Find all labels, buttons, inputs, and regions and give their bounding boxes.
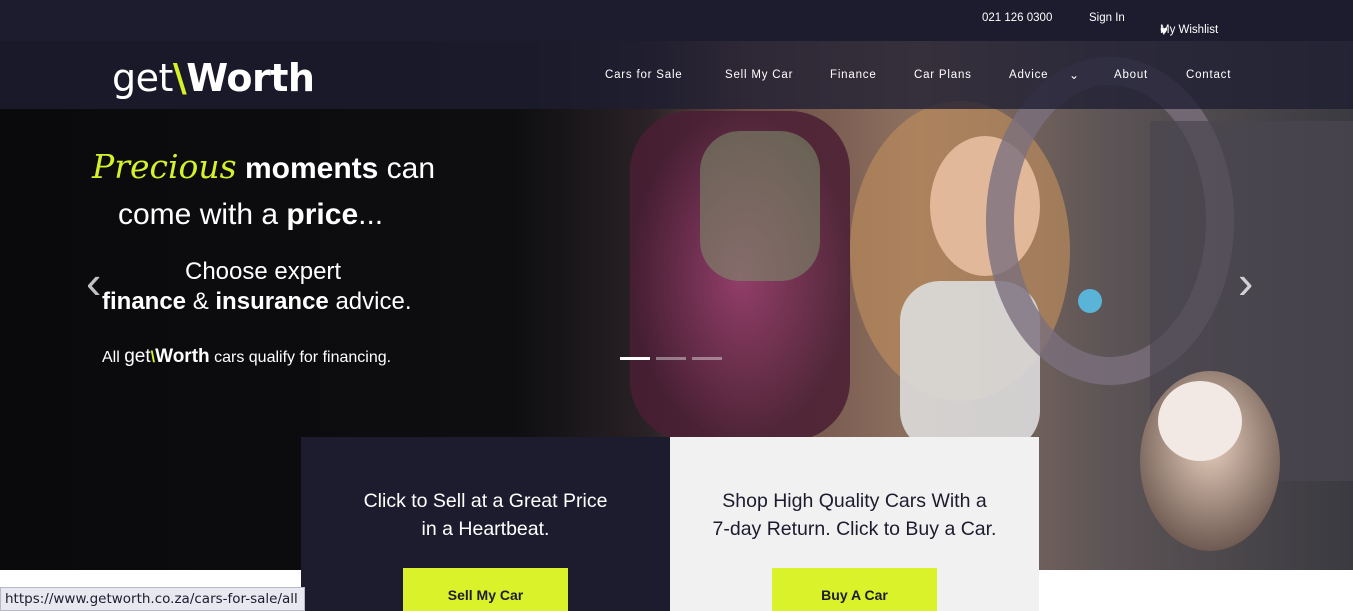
nav-finance[interactable]: Finance <box>830 69 877 81</box>
hero-subtext-line2: finance & insurance advice. <box>102 288 412 315</box>
chevron-down-icon[interactable]: ⌄ <box>1069 68 1079 82</box>
carousel-dot-3[interactable] <box>692 357 722 360</box>
nav-car-plans[interactable]: Car Plans <box>914 69 972 81</box>
buy-a-car-button[interactable]: Buy A Car <box>772 568 937 611</box>
top-utility-bar: 021 126 0300 Sign In ♥ My Wishlist <box>0 0 1353 41</box>
nav-advice[interactable]: Advice <box>1009 69 1048 81</box>
getworth-logo[interactable]: get\Worth <box>112 56 315 100</box>
nav-sell-my-car[interactable]: Sell My Car <box>725 69 793 81</box>
buy-card-text: Shop High Quality Cars With a 7-day Retu… <box>712 490 997 540</box>
phone-link[interactable]: 021 126 0300 <box>982 12 1052 24</box>
carousel-dot-1[interactable] <box>620 357 650 360</box>
nav-cars-for-sale[interactable]: Cars for Sale <box>605 69 683 81</box>
sell-card: Click to Sell at a Great Price in a Hear… <box>301 437 670 611</box>
status-url-tooltip: https://www.getworth.co.za/cars-for-sale… <box>0 587 305 611</box>
sell-my-car-button[interactable]: Sell My Car <box>403 568 568 611</box>
hero-headline-line2: come with a price... <box>118 198 384 231</box>
nav-contact[interactable]: Contact <box>1186 69 1231 81</box>
sell-card-text: Click to Sell at a Great Price in a Hear… <box>363 490 608 540</box>
hero-subtext-line1: Choose expert <box>185 258 342 285</box>
hero-headline-line1: Precious moments can <box>92 147 436 186</box>
hero-financing-note: All get\Worth cars qualify for financing… <box>102 346 392 367</box>
chevron-right-icon[interactable]: › <box>1238 255 1253 309</box>
nav-about[interactable]: About <box>1114 69 1148 81</box>
wishlist-label: My Wishlist <box>1160 24 1219 36</box>
carousel-indicators <box>620 357 722 360</box>
carousel-dot-2[interactable] <box>656 357 686 360</box>
sign-in-link[interactable]: Sign In <box>1089 12 1125 24</box>
buy-card: Shop High Quality Cars With a 7-day Retu… <box>670 437 1039 611</box>
chevron-left-icon[interactable]: ‹ <box>86 255 101 309</box>
